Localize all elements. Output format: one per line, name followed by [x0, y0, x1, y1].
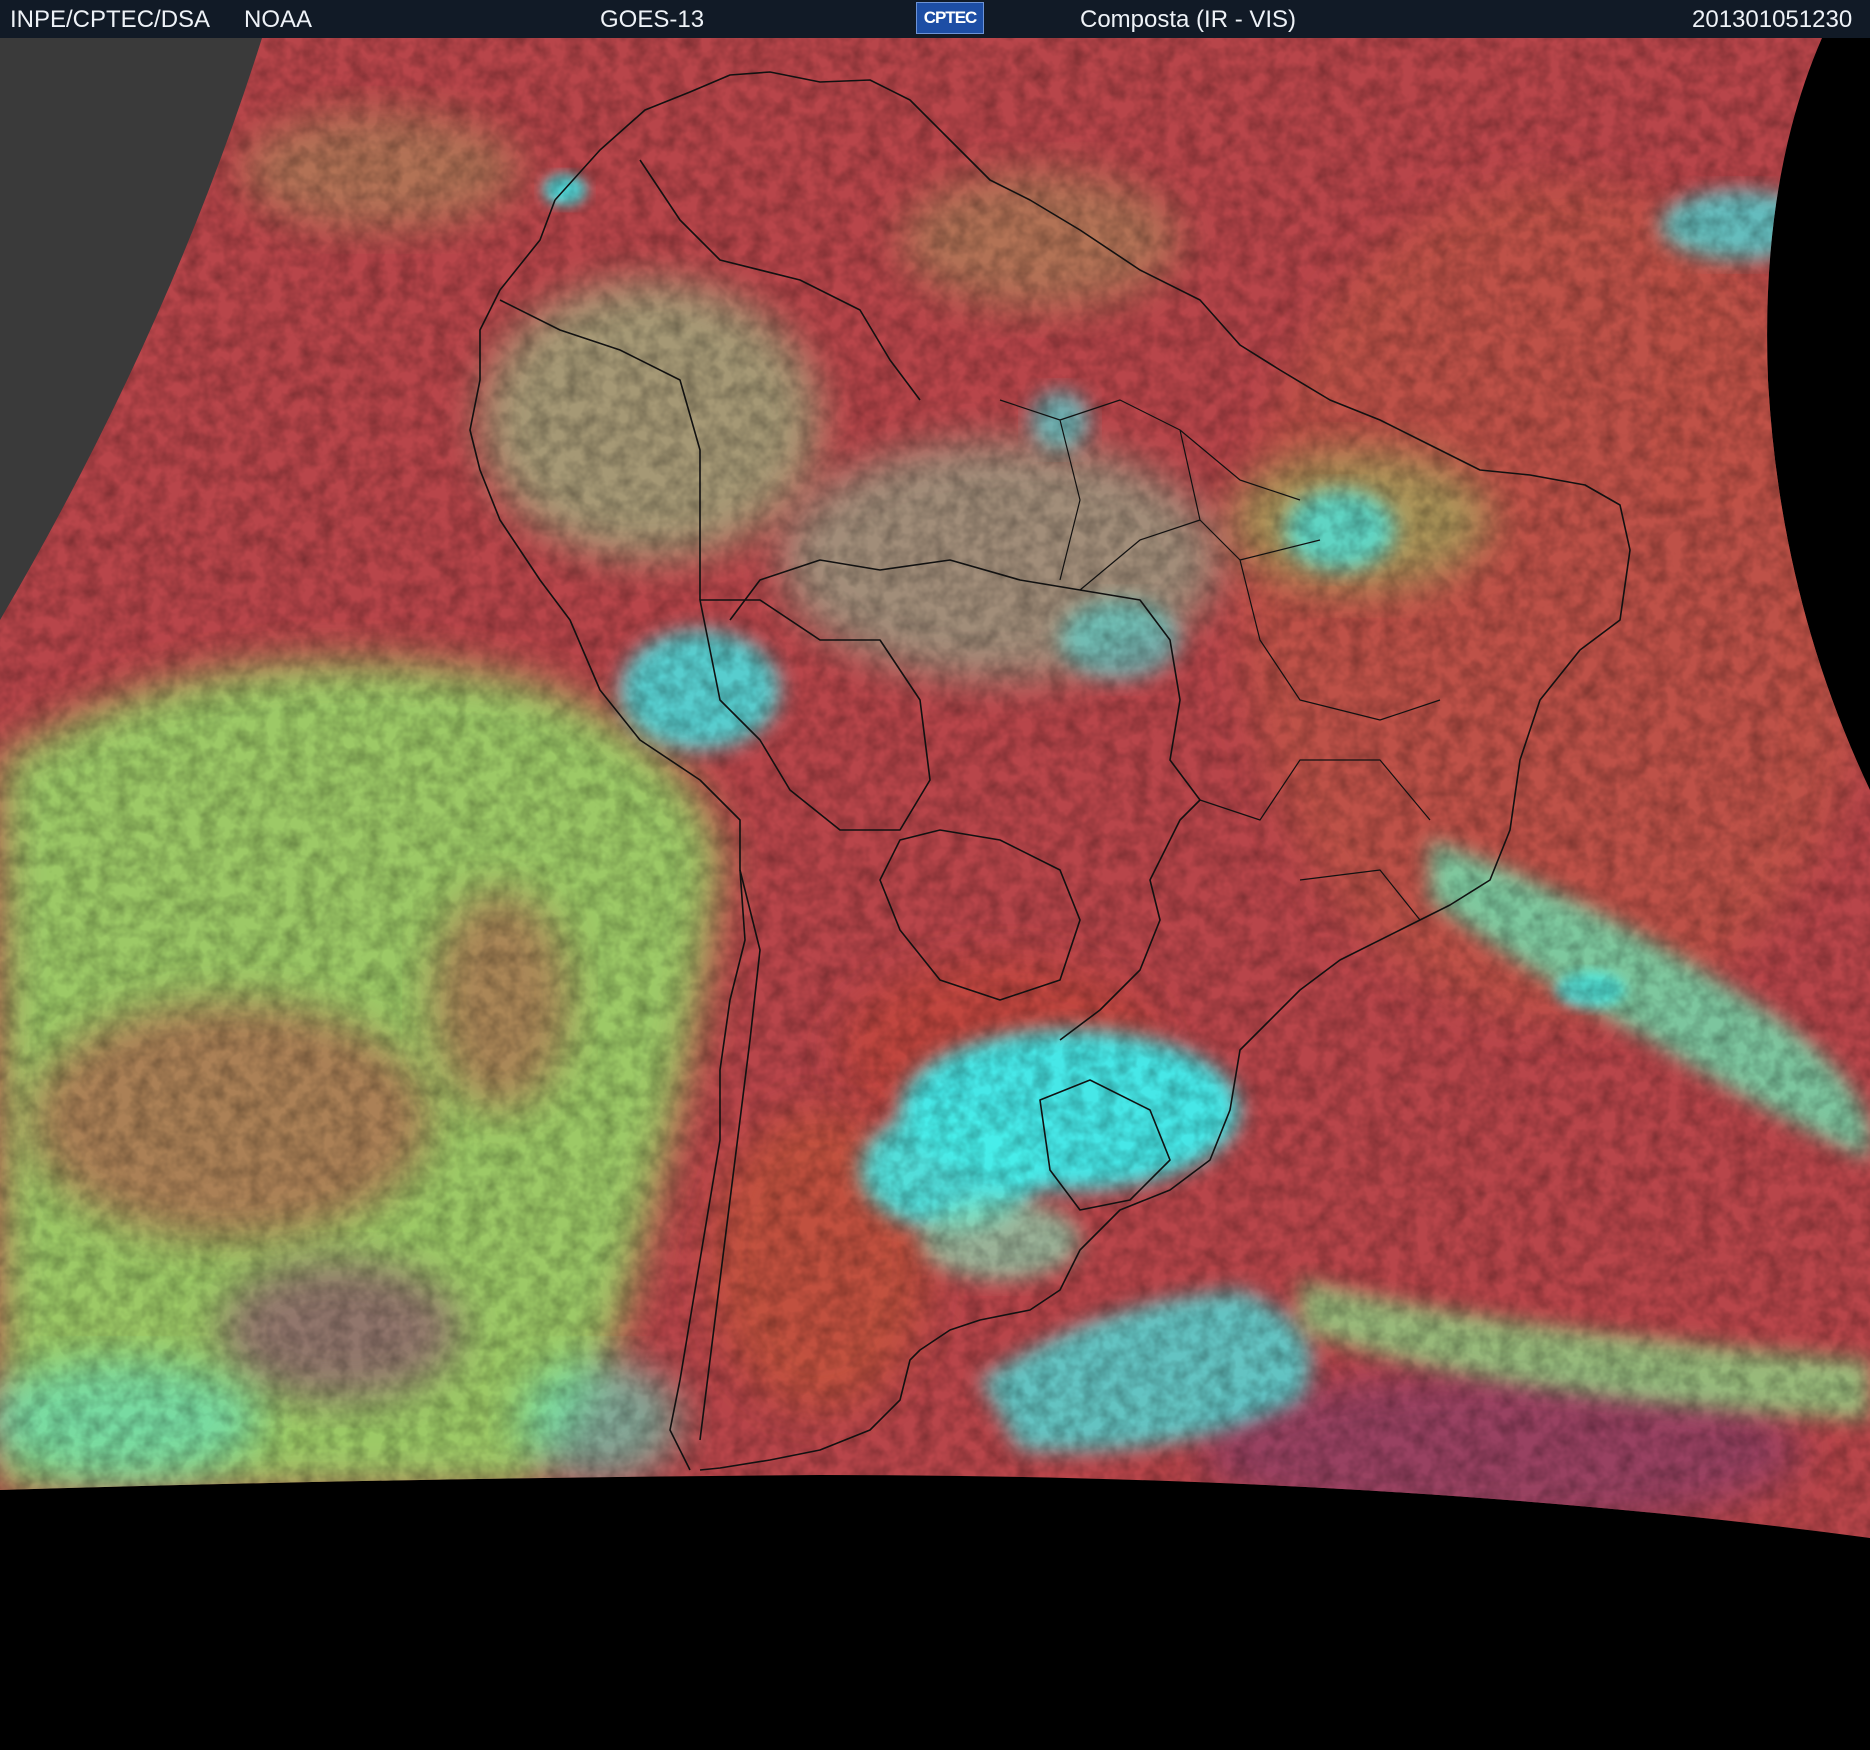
image-header-bar: INPE/CPTEC/DSA NOAA GOES-13 CPTEC Compos… [0, 0, 1870, 38]
agency-label: INPE/CPTEC/DSA [10, 6, 211, 33]
product-label: Composta (IR - VIS) [1080, 6, 1297, 33]
cptec-logo: CPTEC [916, 2, 984, 34]
earth-disk [0, 38, 1870, 1538]
satellite-image [0, 38, 1870, 1750]
satellite-composite-svg [0, 38, 1870, 1750]
timestamp-label: 201301051230 [1692, 6, 1853, 33]
source-label: NOAA [244, 6, 313, 33]
satellite-label: GOES-13 [600, 6, 705, 33]
